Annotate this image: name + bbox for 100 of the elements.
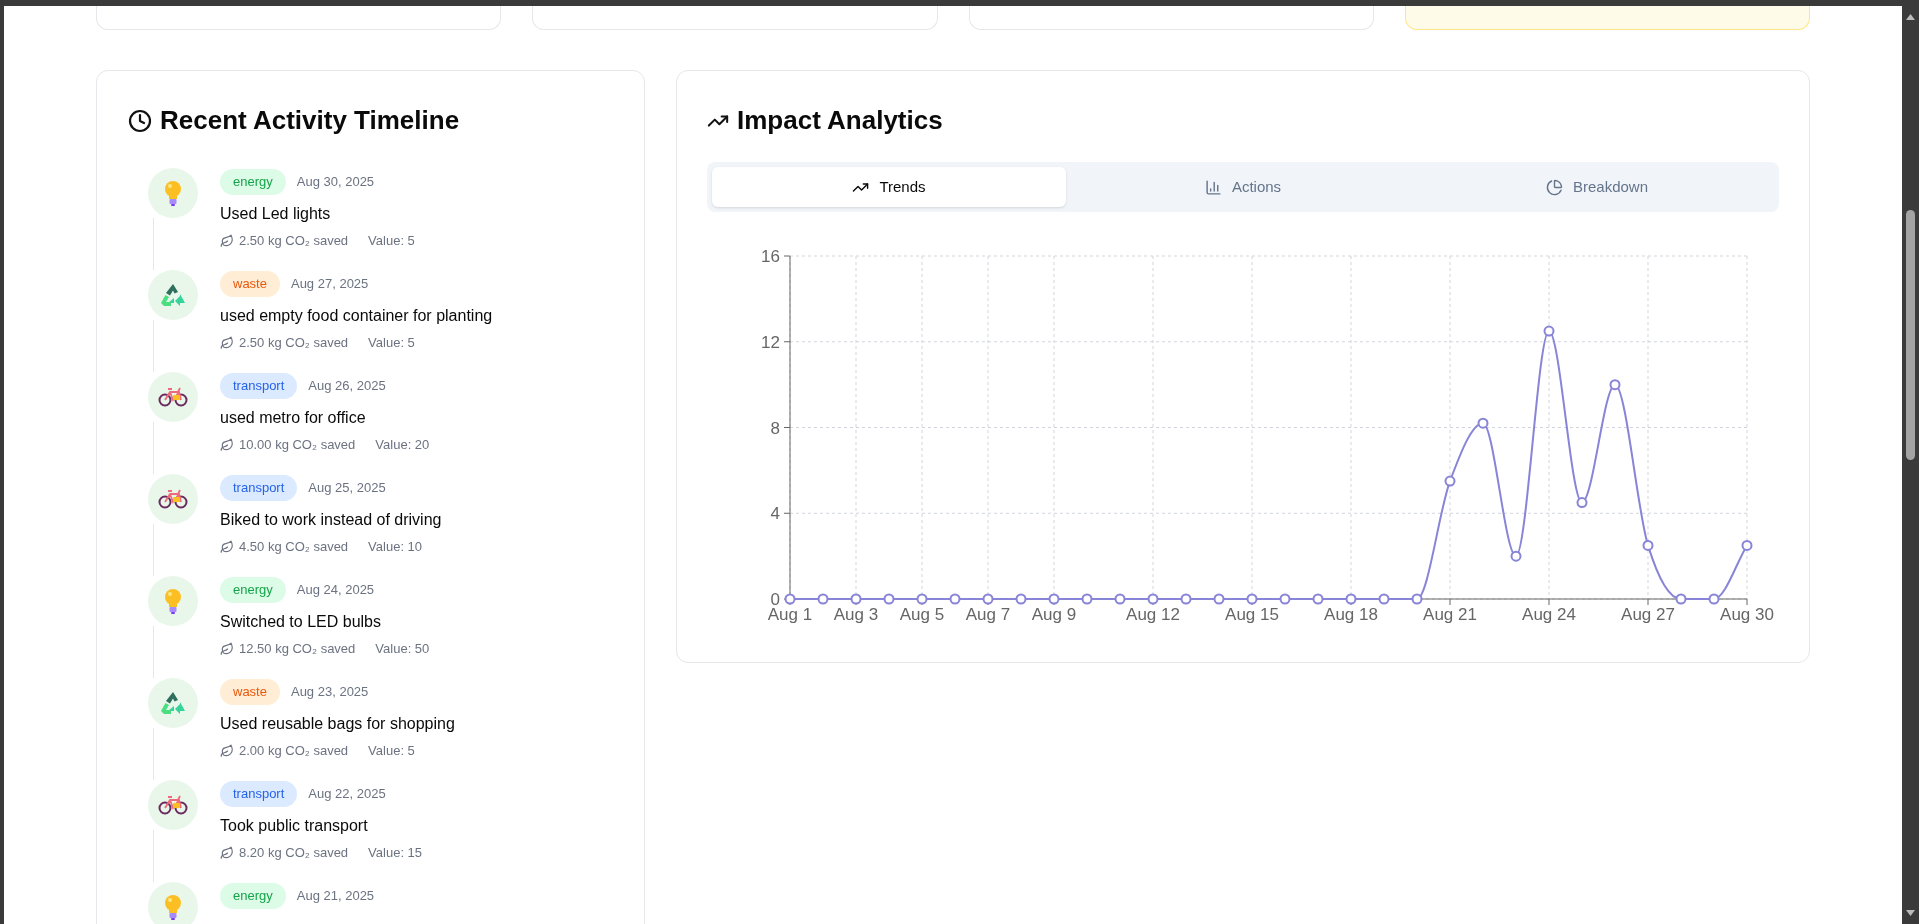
bar-chart-icon bbox=[1204, 178, 1222, 196]
leaf-icon bbox=[220, 335, 234, 350]
data-point bbox=[1246, 593, 1258, 605]
co2-saved: 4.50 kg CO₂ saved bbox=[239, 538, 349, 556]
data-point bbox=[1510, 550, 1522, 562]
axis-label: Aug 21 bbox=[1423, 605, 1477, 624]
data-point bbox=[883, 593, 895, 605]
tab[interactable]: Breakdown bbox=[1420, 167, 1774, 207]
axis-label: Aug 3 bbox=[833, 605, 879, 624]
data-point bbox=[1312, 593, 1324, 605]
axis-label: Aug 27 bbox=[1621, 605, 1675, 624]
co2-saved: 2.50 kg CO₂ saved bbox=[239, 334, 349, 352]
leaf-icon bbox=[220, 641, 234, 656]
activity-value: Value: 20 bbox=[375, 436, 430, 454]
category-badge: transport bbox=[220, 781, 298, 807]
pie-chart-icon bbox=[1545, 178, 1563, 196]
activity-value: Value: 5 bbox=[368, 742, 415, 760]
data-point bbox=[949, 593, 961, 605]
activity-title: Took public transport bbox=[220, 816, 369, 836]
data-point bbox=[1741, 539, 1753, 551]
clock-icon bbox=[128, 108, 152, 133]
card-title: Recent Activity Timeline bbox=[160, 104, 460, 137]
tab[interactable]: Trends bbox=[712, 167, 1066, 207]
co2-saved: 2.50 kg CO₂ saved bbox=[239, 232, 349, 250]
data-point bbox=[1675, 593, 1687, 605]
category-badge: energy bbox=[220, 169, 286, 195]
axis-label: 12 bbox=[761, 332, 780, 352]
axis-label: Aug 15 bbox=[1225, 605, 1279, 624]
activity-title: Used reusable bags for shopping bbox=[220, 714, 455, 734]
axis-label: 4 bbox=[770, 504, 780, 524]
activity-date: Aug 23, 2025 bbox=[290, 683, 369, 702]
data-point bbox=[982, 593, 994, 605]
data-point bbox=[1378, 593, 1390, 605]
category-badge: energy bbox=[220, 577, 286, 603]
activity-title: used metro for office bbox=[220, 408, 367, 428]
data-point bbox=[1279, 593, 1291, 605]
activity-value: Value: 15 bbox=[368, 844, 423, 862]
lightbulb-icon bbox=[164, 588, 182, 614]
data-point bbox=[850, 593, 862, 605]
data-point bbox=[784, 593, 796, 605]
axis-label: Aug 5 bbox=[899, 605, 945, 624]
scroll-up-icon bbox=[1906, 14, 1915, 20]
data-point bbox=[817, 593, 829, 605]
data-point bbox=[1015, 593, 1027, 605]
category-badge: waste bbox=[220, 271, 280, 297]
data-point bbox=[1213, 593, 1225, 605]
data-point bbox=[1147, 593, 1159, 605]
data-point bbox=[1444, 475, 1456, 487]
bicycle-icon bbox=[158, 795, 188, 815]
activity-title: Used Led lights bbox=[220, 204, 332, 224]
data-point bbox=[1345, 593, 1357, 605]
axis-label: Aug 12 bbox=[1126, 605, 1180, 624]
tab[interactable]: Actions bbox=[1066, 167, 1420, 207]
activity-date: Aug 24, 2025 bbox=[296, 581, 375, 600]
data-point bbox=[916, 593, 928, 605]
activity-date: Aug 22, 2025 bbox=[308, 785, 386, 804]
activity-title: Biked to work instead of driving bbox=[220, 510, 442, 530]
category-badge: transport bbox=[220, 373, 298, 399]
activity-value: Value: 5 bbox=[368, 232, 415, 250]
bicycle-icon bbox=[158, 387, 188, 407]
recycle-icon bbox=[160, 691, 186, 715]
data-point bbox=[1642, 539, 1654, 551]
recycle-icon bbox=[160, 283, 186, 307]
co2-saved: 10.00 kg CO₂ saved bbox=[239, 436, 356, 454]
data-point bbox=[1114, 593, 1126, 605]
axis-label: Aug 18 bbox=[1324, 605, 1378, 624]
data-point bbox=[1081, 593, 1093, 605]
leaf-icon bbox=[220, 539, 234, 554]
card-title: Impact Analytics bbox=[737, 104, 943, 137]
scroll-down-icon bbox=[1906, 910, 1915, 916]
leaf-icon bbox=[220, 437, 234, 452]
activity-value: Value: 50 bbox=[375, 640, 430, 658]
data-point bbox=[1543, 325, 1555, 337]
activity-value: Value: 10 bbox=[368, 538, 423, 556]
co2-saved: 12.50 kg CO₂ saved bbox=[239, 640, 356, 658]
co2-saved: 8.20 kg CO₂ saved bbox=[239, 844, 349, 862]
data-point bbox=[1180, 593, 1192, 605]
activity-date: Aug 27, 2025 bbox=[290, 275, 369, 294]
leaf-icon bbox=[220, 845, 234, 860]
activity-value: Value: 5 bbox=[368, 334, 415, 352]
data-point bbox=[1609, 379, 1621, 391]
bicycle-icon bbox=[158, 489, 188, 509]
data-point bbox=[1411, 593, 1423, 605]
leaf-icon bbox=[220, 233, 234, 248]
activity-date: Aug 30, 2025 bbox=[296, 173, 375, 192]
axis-label: Aug 30 bbox=[1720, 605, 1774, 624]
co2-saved: 2.00 kg CO₂ saved bbox=[239, 742, 349, 760]
activity-title: Switched to LED bulbs bbox=[220, 612, 382, 632]
axis-label: 8 bbox=[770, 418, 780, 438]
activity-date: Aug 26, 2025 bbox=[308, 377, 386, 396]
lightbulb-icon bbox=[164, 894, 182, 920]
activity-title: used empty food container for planting bbox=[220, 306, 493, 326]
category-badge: transport bbox=[220, 475, 298, 501]
axis-label: Aug 24 bbox=[1522, 605, 1576, 624]
axis-label: Aug 9 bbox=[1031, 605, 1077, 624]
category-badge: waste bbox=[220, 679, 280, 705]
axis-label: Aug 7 bbox=[965, 605, 1011, 624]
leaf-icon bbox=[220, 743, 234, 758]
category-badge: energy bbox=[220, 883, 286, 909]
data-point bbox=[1576, 497, 1588, 509]
